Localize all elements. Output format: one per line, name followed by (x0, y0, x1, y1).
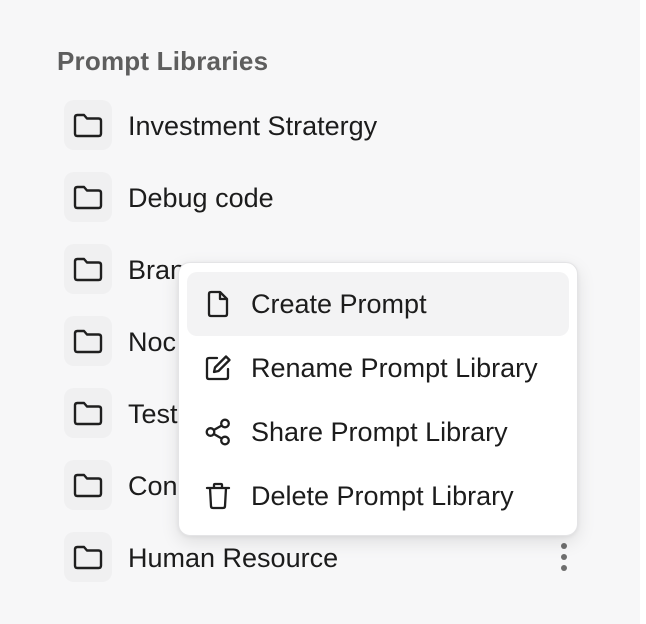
library-context-menu: Create Prompt Rename Prompt Library Shar… (178, 262, 578, 536)
rename-prompt-library-menu-item[interactable]: Rename Prompt Library (187, 336, 569, 400)
section-title: Prompt Libraries (57, 46, 269, 76)
menu-item-label: Rename Prompt Library (251, 353, 538, 383)
folder-icon (64, 532, 112, 582)
folder-icon (64, 388, 112, 438)
menu-item-label: Share Prompt Library (251, 417, 508, 447)
folder-icon (64, 244, 112, 294)
trash-icon (202, 480, 234, 512)
library-item-investment-stratergy[interactable]: Investment Stratergy (64, 100, 604, 172)
folder-icon (64, 460, 112, 510)
folder-icon (64, 100, 112, 150)
panel-edge (640, 0, 646, 624)
library-item-human-resource[interactable]: Human Resource (64, 532, 604, 604)
menu-item-label: Create Prompt (251, 289, 427, 319)
library-item-label: Debug code (128, 183, 274, 213)
share-icon (202, 416, 234, 448)
edit-icon (202, 352, 234, 384)
library-item-label: Human Resource (128, 543, 339, 573)
folder-icon (64, 172, 112, 222)
share-prompt-library-menu-item[interactable]: Share Prompt Library (187, 400, 569, 464)
ellipsis-dot (561, 554, 567, 560)
delete-prompt-library-menu-item[interactable]: Delete Prompt Library (187, 464, 569, 528)
folder-icon (64, 316, 112, 366)
library-item-label: Bran (128, 255, 186, 285)
menu-item-label: Delete Prompt Library (251, 481, 514, 511)
library-item-label: Investment Stratergy (128, 111, 378, 141)
library-item-label: Noc (128, 327, 177, 357)
file-icon (202, 288, 234, 320)
vertical-ellipsis-icon[interactable] (552, 538, 576, 576)
library-item-debug-code[interactable]: Debug code (64, 172, 604, 244)
library-item-label: Con (128, 471, 178, 501)
ellipsis-dot (561, 565, 567, 571)
library-item-label: Test (128, 399, 178, 429)
ellipsis-dot (561, 543, 567, 549)
create-prompt-menu-item[interactable]: Create Prompt (187, 272, 569, 336)
